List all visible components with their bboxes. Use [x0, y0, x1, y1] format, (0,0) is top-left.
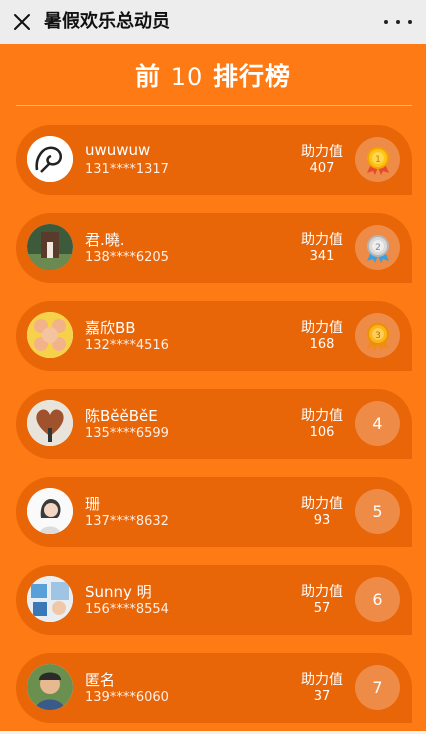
gold-medal-icon: 1 [366, 146, 389, 175]
score-value: 37 [313, 689, 331, 704]
user-phone: 139****6060 [85, 690, 169, 705]
rank-badge: 6 [355, 577, 400, 622]
score-label: 助力值 [301, 320, 343, 336]
user-phone: 132****4516 [85, 338, 169, 353]
user-phone: 137****8632 [85, 514, 169, 529]
avatar [27, 400, 73, 446]
leaderboard-row[interactable]: uwuwuw 131****1317 助力值 407 1 [16, 125, 412, 195]
rank-badge: 2 [355, 225, 400, 270]
user-phone: 138****6205 [85, 250, 169, 265]
divider [16, 105, 412, 106]
leaderboard-row[interactable]: 君.曉. 138****6205 助力值 341 2 [16, 213, 412, 283]
score-value: 57 [313, 601, 331, 616]
user-phone: 131****1317 [85, 162, 169, 177]
user-name: 陈BěěBěE [85, 407, 158, 425]
user-name: uwuwuw [85, 141, 151, 159]
user-name: 嘉欣BB [85, 319, 136, 337]
close-icon [14, 14, 30, 30]
heading-prefix: 前 [134, 62, 161, 91]
score-label: 助力值 [301, 672, 343, 688]
score-label: 助力值 [301, 496, 343, 512]
leaderboard-row[interactable]: Sunny 明 156****8554 助力值 57 6 [16, 565, 412, 635]
more-icon [384, 20, 388, 24]
user-name: 君.曉. [85, 231, 125, 249]
score-value: 106 [309, 425, 335, 440]
user-phone: 135****6599 [85, 426, 169, 441]
leaderboard-heading: 前 10 排行榜 [0, 58, 426, 96]
avatar [27, 488, 73, 534]
avatar [27, 576, 73, 622]
heading-suffix: 排行榜 [212, 62, 291, 91]
leaderboard-row[interactable]: 匿名 139****6060 助力值 37 7 [16, 653, 412, 723]
avatar [27, 664, 73, 710]
rank-badge: 7 [355, 665, 400, 710]
score-label: 助力值 [301, 232, 343, 248]
score-value: 93 [313, 513, 331, 528]
bronze-medal-icon: 3 [366, 322, 389, 351]
leaderboard-panel: 前 10 排行榜 uwuwuw 131****1317 助力值 407 1 君.… [0, 44, 426, 734]
user-name: 珊 [85, 495, 101, 513]
score-value: 168 [309, 337, 335, 352]
leaderboard-row[interactable]: 珊 137****8632 助力值 93 5 [16, 477, 412, 547]
svg-text:1: 1 [375, 155, 381, 165]
rank-badge: 5 [355, 489, 400, 534]
top-bar: 暑假欢乐总动员 [0, 0, 426, 44]
user-name: 匿名 [85, 671, 116, 689]
leaderboard-row[interactable]: 嘉欣BB 132****4516 助力值 168 3 [16, 301, 412, 371]
score-label: 助力值 [301, 584, 343, 600]
svg-text:2: 2 [375, 243, 381, 253]
user-name: Sunny 明 [85, 583, 152, 601]
avatar [27, 312, 73, 358]
svg-text:3: 3 [375, 331, 381, 341]
avatar [27, 136, 73, 182]
rank-badge: 3 [355, 313, 400, 358]
score-label: 助力值 [301, 408, 343, 424]
silver-medal-icon: 2 [366, 234, 389, 263]
score-label: 助力值 [301, 144, 343, 160]
close-button[interactable] [10, 10, 34, 34]
page-title: 暑假欢乐总动员 [44, 11, 170, 32]
score-value: 341 [309, 249, 335, 264]
more-button[interactable] [384, 12, 412, 32]
user-phone: 156****8554 [85, 602, 169, 617]
score-value: 407 [309, 161, 335, 176]
avatar [27, 224, 73, 270]
rank-badge: 1 [355, 137, 400, 182]
leaderboard-row[interactable]: 陈BěěBěE 135****6599 助力值 106 4 [16, 389, 412, 459]
rank-badge: 4 [355, 401, 400, 446]
heading-number: 10 [170, 63, 204, 91]
